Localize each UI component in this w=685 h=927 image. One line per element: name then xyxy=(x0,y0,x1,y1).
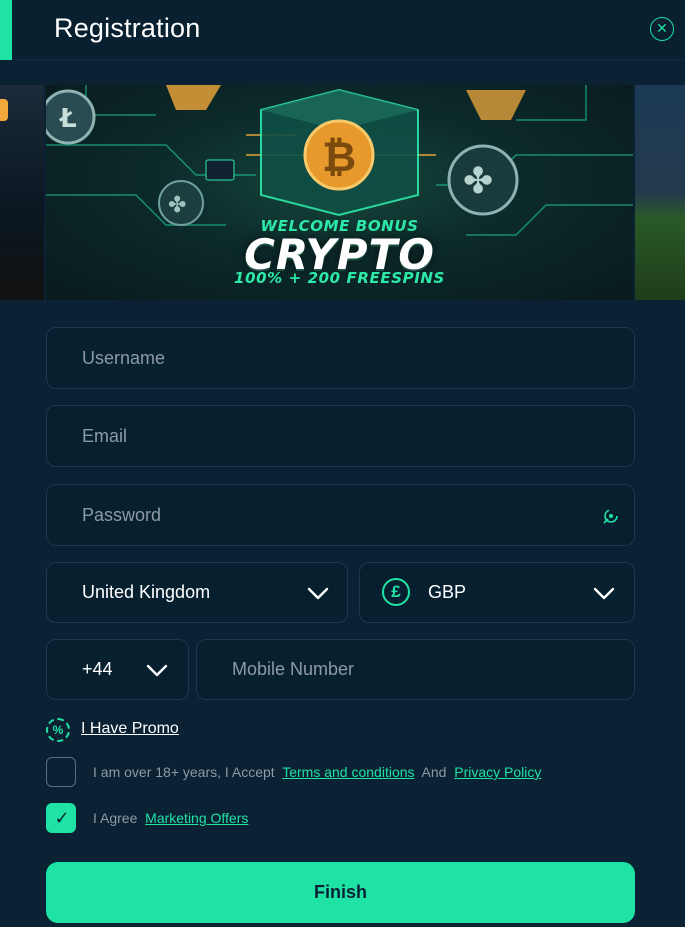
svg-text:₿: ₿ xyxy=(322,132,356,181)
password-input[interactable] xyxy=(47,485,634,545)
username-field[interactable] xyxy=(46,327,635,389)
currency-value: GBP xyxy=(428,582,467,602)
marketing-text: I Agree xyxy=(93,810,138,826)
terms-link[interactable]: Terms and conditions xyxy=(282,764,414,780)
modal-header: Registration ✕ xyxy=(0,0,685,60)
eye-toggle-icon[interactable] xyxy=(600,505,622,527)
currency-select[interactable]: £ GBP xyxy=(359,562,635,623)
terms-and-text: And xyxy=(421,764,447,780)
email-input[interactable] xyxy=(47,406,634,466)
chevron-down-icon xyxy=(307,587,329,600)
banner-offer-text: 100% + 200 FREESPINS xyxy=(234,269,445,287)
pound-icon: £ xyxy=(382,578,410,606)
phone-code-select[interactable]: +44 xyxy=(46,639,189,700)
marketing-checkbox[interactable]: ✓ xyxy=(46,803,76,833)
finish-button[interactable]: Finish xyxy=(46,862,635,923)
country-select[interactable]: United Kingdom xyxy=(46,562,348,623)
username-input[interactable] xyxy=(47,328,634,388)
email-field[interactable] xyxy=(46,405,635,467)
mobile-number-field[interactable] xyxy=(196,639,635,700)
terms-label: I am over 18+ years, I Accept Terms and … xyxy=(93,764,541,780)
phone-code-value: +44 xyxy=(82,659,113,679)
banner-next-slide[interactable] xyxy=(635,85,685,300)
promo-link[interactable]: I Have Promo xyxy=(81,720,179,738)
mobile-number-input[interactable] xyxy=(197,640,634,699)
svg-text:Ł: Ł xyxy=(58,104,77,134)
checkmark-icon: ✓ xyxy=(54,808,70,828)
promo-percent-icon: % xyxy=(46,718,70,742)
svg-text:✤: ✤ xyxy=(463,161,493,202)
marketing-offers-link[interactable]: Marketing Offers xyxy=(145,810,248,826)
terms-checkbox[interactable] xyxy=(46,757,76,787)
marketing-label: I Agree Marketing Offers xyxy=(93,810,248,826)
header-accent-bar xyxy=(0,0,12,60)
promo-banner[interactable]: Ł ✤ ₿ ✤ WELCOME BONUS CRYPTO 100% + 200 … xyxy=(46,85,633,300)
privacy-policy-link[interactable]: Privacy Policy xyxy=(454,764,541,780)
promo-banner-carousel[interactable]: Ł ✤ ₿ ✤ WELCOME BONUS CRYPTO 100% + 200 … xyxy=(0,85,685,300)
terms-text: I am over 18+ years, I Accept xyxy=(93,764,275,780)
chevron-down-icon xyxy=(593,587,615,600)
banner-prev-slide[interactable] xyxy=(0,85,44,300)
country-value: United Kingdom xyxy=(82,582,211,602)
close-icon[interactable]: ✕ xyxy=(650,17,674,41)
svg-text:✤: ✤ xyxy=(168,193,186,218)
coin-fragment-image xyxy=(0,99,8,121)
modal-title: Registration xyxy=(54,13,201,43)
chevron-down-icon xyxy=(146,664,168,677)
password-field[interactable] xyxy=(46,484,635,546)
